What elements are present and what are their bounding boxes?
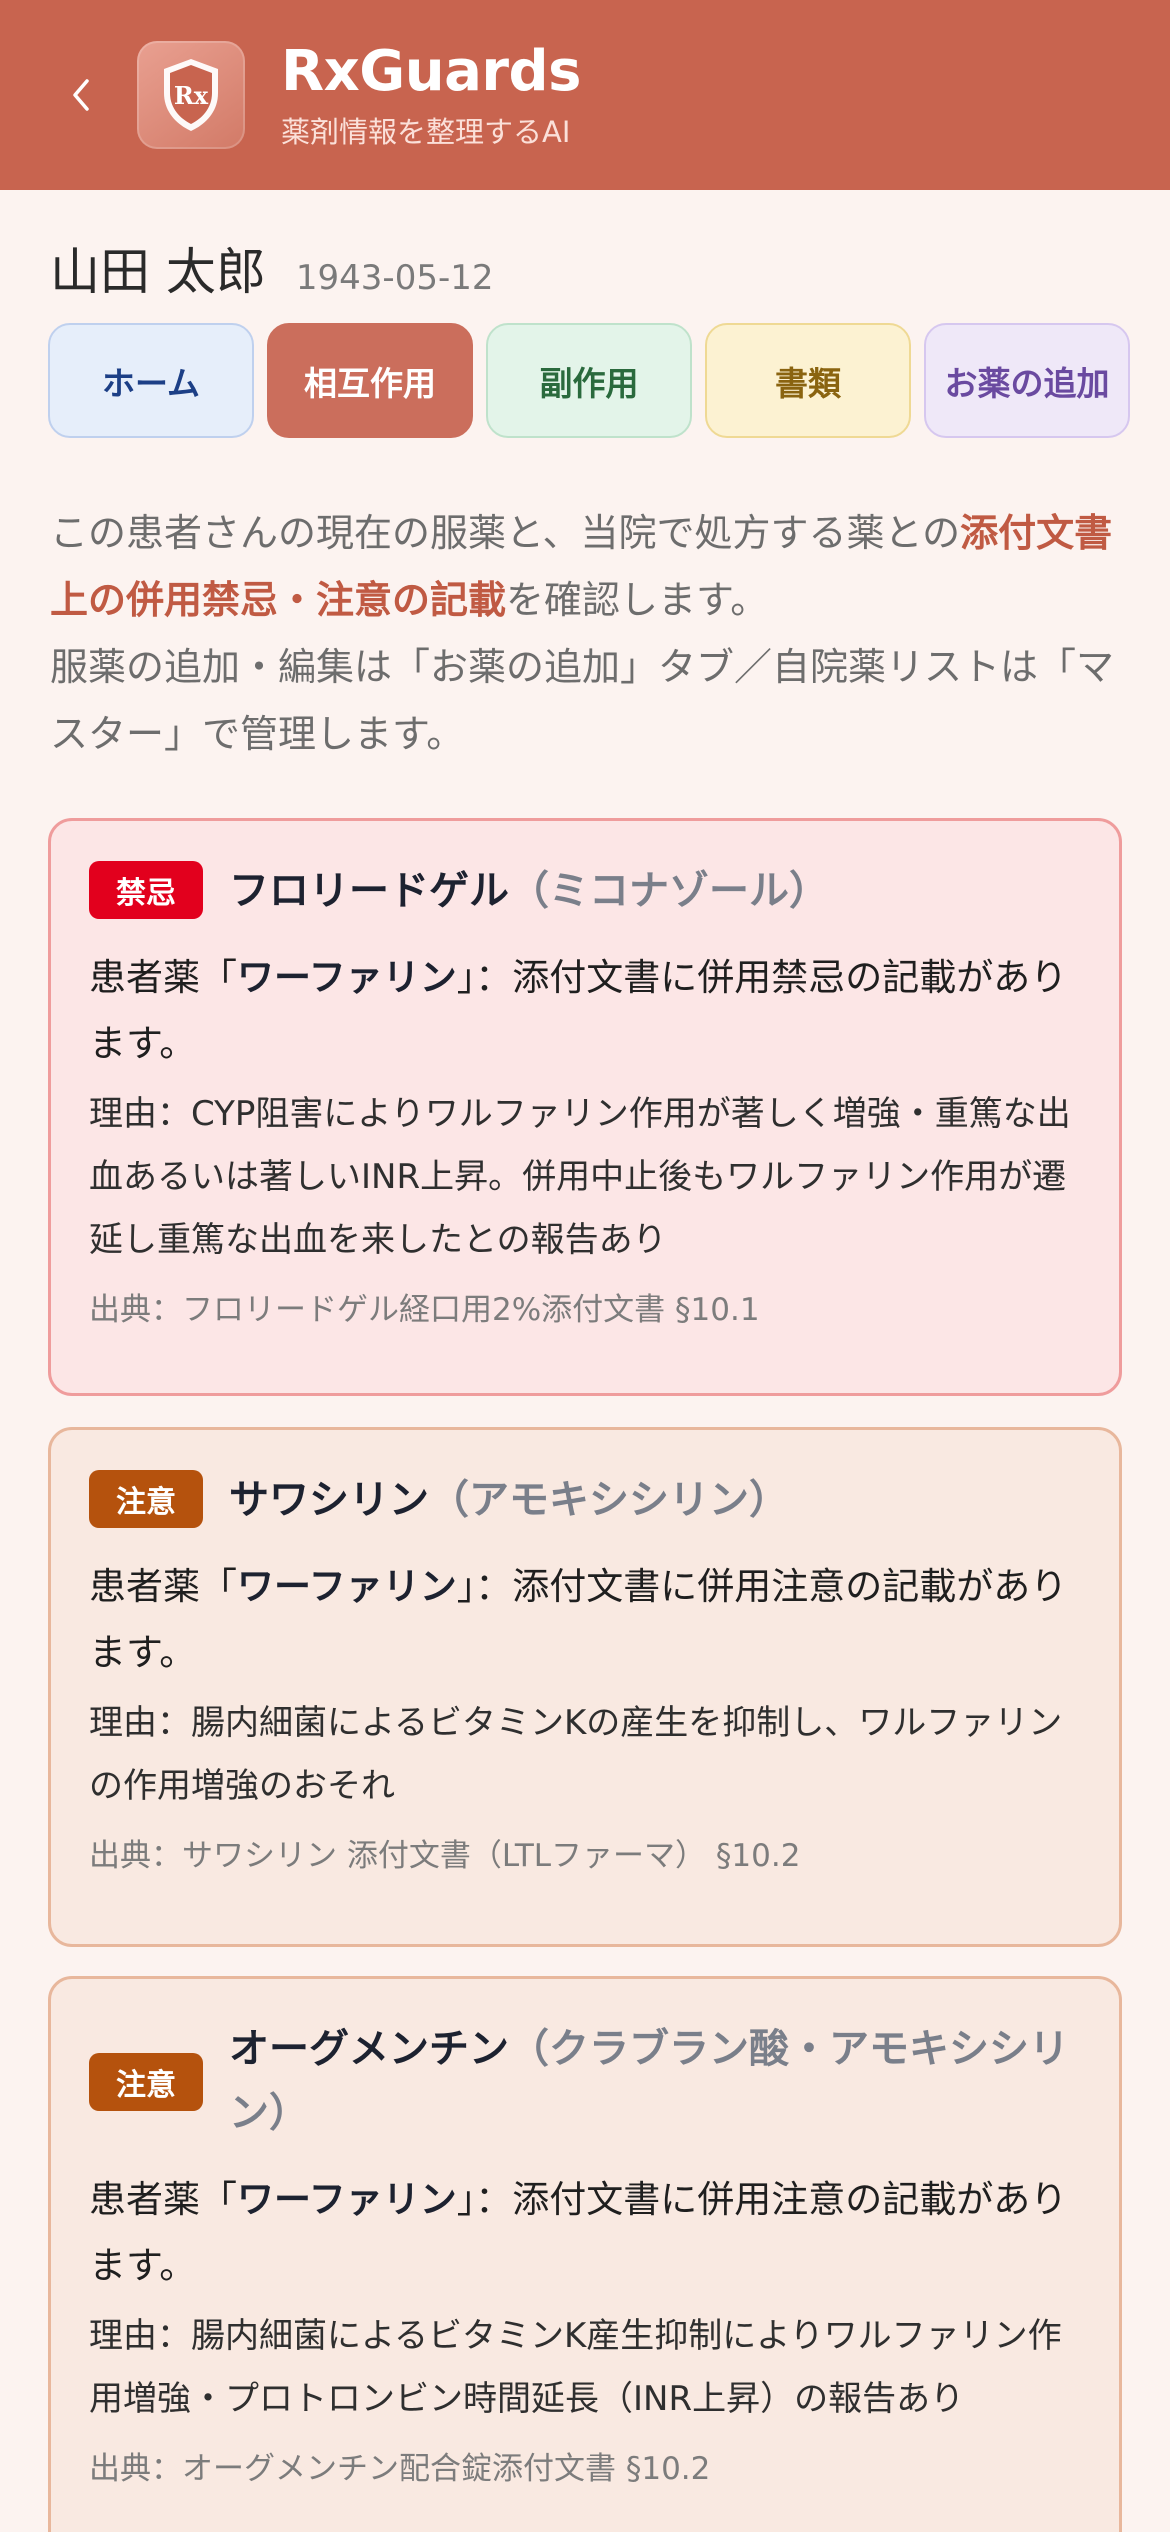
brand: RxGuards 薬剤情報を整理するAI — [281, 39, 581, 151]
tab-home[interactable]: ホーム — [48, 323, 254, 438]
patient-drug: ワーファリン — [237, 2178, 457, 2221]
level-badge: 禁忌 — [89, 861, 203, 919]
interaction-card-caution: 注意 オーグメンチン（クラブラン酸・アモキシシリン） 患者薬「ワーファリン」：添… — [48, 1976, 1122, 2532]
drug-generic: （ミコナゾール） — [509, 868, 829, 914]
interaction-card-caution: 注意 サワシリン（アモキシシリン） 患者薬「ワーファリン」：添付文書に併用注意の… — [48, 1427, 1122, 1947]
tab-side-effects[interactable]: 副作用 — [486, 323, 692, 438]
patient-name: 山田 太郎 — [50, 243, 266, 301]
tab-add-medication[interactable]: お薬の追加 — [924, 323, 1130, 438]
app-header: Rx RxGuards 薬剤情報を整理するAI — [0, 0, 1170, 190]
level-badge: 注意 — [89, 1470, 203, 1528]
summary-pre: 患者薬「 — [89, 2178, 237, 2221]
tab-interactions[interactable]: 相互作用 — [267, 323, 473, 438]
drug-name: フロリードゲル — [229, 868, 509, 914]
interaction-reason: 理由：腸内細菌によるビタミンKの産生を抑制し、ワルファリンの作用増強のおそれ — [89, 1703, 1063, 1806]
app-subtitle: 薬剤情報を整理するAI — [281, 115, 571, 149]
interaction-reason: 理由：腸内細菌によるビタミンK産生抑制によりワルファリン作用増強・プロトロンビン… — [89, 2316, 1062, 2419]
intro-line2: 服薬の追加・編集は「お薬の追加」タブ／自院薬リストは「マスター」で管理します。 — [50, 645, 1115, 756]
patient-drug: ワーファリン — [237, 1565, 457, 1608]
drug-name: サワシリン — [229, 1477, 429, 1523]
interaction-source: 出典：オーグメンチン配合錠添付文書 §10.2 — [89, 2451, 711, 2487]
card-header: 注意 サワシリン（アモキシシリン） — [89, 1468, 1081, 1532]
intro-line1-post: を確認します。 — [506, 578, 769, 622]
logo-text: Rx — [174, 81, 209, 110]
drug-generic: （アモキシシリン） — [429, 1477, 789, 1523]
interaction-source: 出典：サワシリン 添付文書（LTLファーマ） §10.2 — [89, 1838, 801, 1874]
intro-text: この患者さんの現在の服薬と、当院で処方する薬との添付文書上の併用禁忌・注意の記載… — [50, 500, 1130, 768]
drug-name: オーグメンチン — [229, 2026, 509, 2072]
chevron-left-icon — [73, 79, 89, 111]
interaction-summary: 患者薬「ワーファリン」：添付文書に併用禁忌の記載があります。 — [89, 945, 1081, 1077]
summary-pre: 患者薬「 — [89, 956, 237, 999]
back-button[interactable] — [55, 55, 105, 135]
app-title: RxGuards — [281, 39, 581, 104]
tab-bar: ホーム 相互作用 副作用 書類 お薬の追加 — [48, 323, 1130, 438]
shield-icon: Rx — [164, 59, 218, 131]
summary-pre: 患者薬「 — [89, 1565, 237, 1608]
interaction-summary: 患者薬「ワーファリン」：添付文書に併用注意の記載があります。 — [89, 2167, 1081, 2299]
level-badge: 注意 — [89, 2053, 203, 2111]
tab-documents[interactable]: 書類 — [705, 323, 911, 438]
interaction-reason: 理由：CYP阻害によりワルファリン作用が著しく増強・重篤な出血あるいは著しいIN… — [89, 1094, 1071, 1260]
patient-dob: 1943-05-12 — [295, 258, 494, 298]
drug-title: オーグメンチン（クラブラン酸・アモキシシリン） — [229, 2017, 1081, 2145]
patient-info: 山田 太郎 1943-05-12 — [50, 232, 494, 304]
interaction-source: 出典：フロリードゲル経口用2%添付文書 §10.1 — [89, 1292, 760, 1328]
drug-title: サワシリン（アモキシシリン） — [229, 1468, 789, 1532]
interaction-summary: 患者薬「ワーファリン」：添付文書に併用注意の記載があります。 — [89, 1554, 1081, 1686]
interaction-card-contraindicated: 禁忌 フロリードゲル（ミコナゾール） 患者薬「ワーファリン」：添付文書に併用禁忌… — [48, 818, 1122, 1396]
patient-drug: ワーファリン — [237, 956, 457, 999]
drug-title: フロリードゲル（ミコナゾール） — [229, 859, 829, 923]
intro-line1-pre: この患者さんの現在の服薬と、当院で処方する薬との — [50, 511, 961, 555]
app-logo: Rx — [137, 41, 245, 149]
card-header: 禁忌 フロリードゲル（ミコナゾール） — [89, 859, 1081, 923]
card-header: 注意 オーグメンチン（クラブラン酸・アモキシシリン） — [89, 2017, 1081, 2145]
